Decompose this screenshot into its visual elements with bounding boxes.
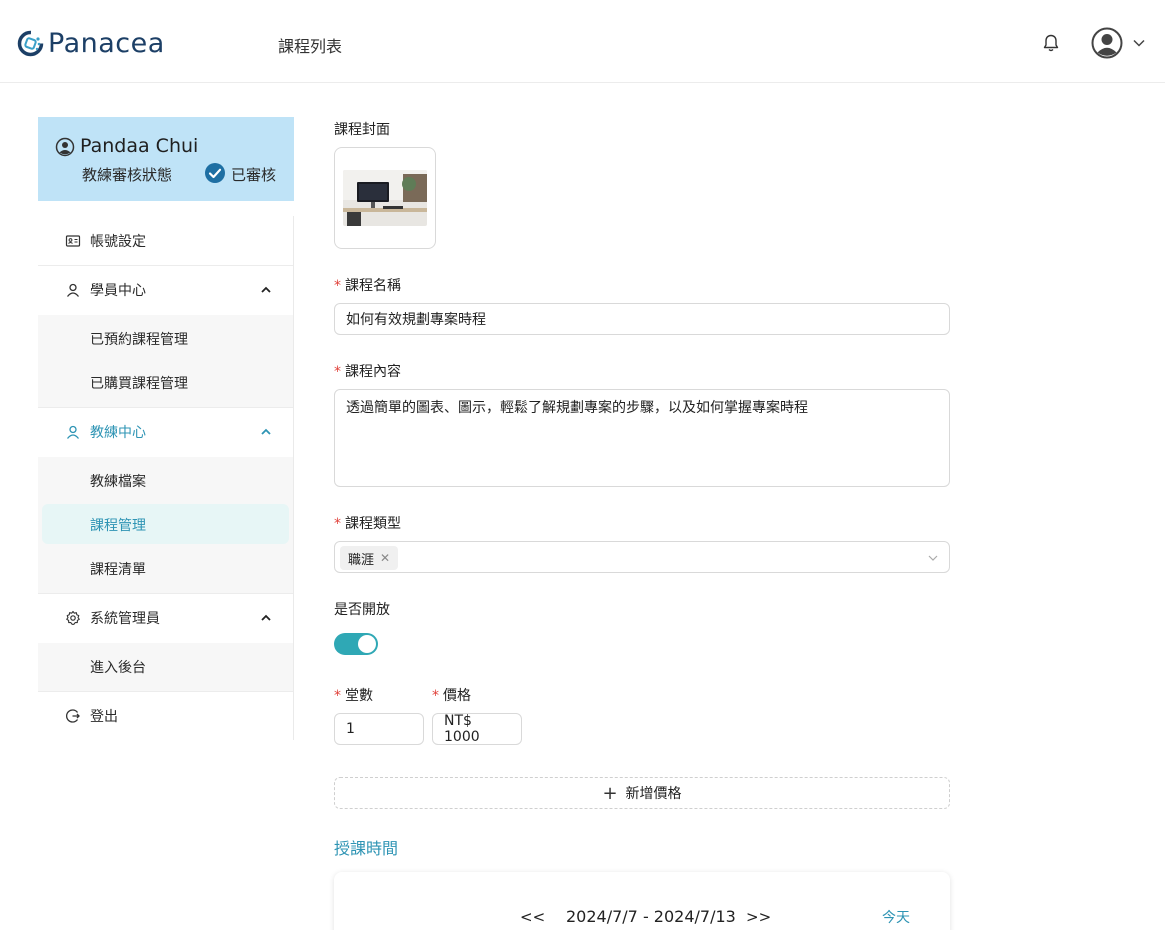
cover-image bbox=[343, 170, 427, 226]
course-name-label: * 課程名稱 bbox=[334, 278, 401, 294]
user-circle-icon bbox=[55, 137, 75, 157]
course-content-textarea[interactable]: 透過簡單的圖表、圖示，輕鬆了解規劃專案的步驟，以及如何掌握專案時程 bbox=[334, 389, 950, 487]
sidebar-item-account-settings[interactable]: 帳號設定 bbox=[38, 232, 293, 250]
user-icon bbox=[66, 283, 80, 297]
course-type-tag: 職涯 ✕ bbox=[340, 546, 399, 570]
student-submenu: 已預約課程管理 已購買課程管理 bbox=[38, 315, 293, 407]
nav-course-list[interactable]: 課程列表 bbox=[278, 33, 342, 57]
review-status-label: 教練審核狀態 bbox=[82, 166, 173, 184]
sidebar-item-student-center[interactable]: 學員中心 bbox=[38, 281, 293, 299]
calendar-today-button[interactable]: 今天 bbox=[882, 907, 910, 927]
logo[interactable]: Panacea bbox=[17, 27, 165, 59]
sessions-label: * 堂數 bbox=[334, 688, 373, 704]
top-header: Panacea 課程列表 bbox=[0, 0, 1165, 83]
course-type-select[interactable]: 職涯 ✕ bbox=[334, 541, 950, 573]
divider bbox=[38, 691, 293, 692]
sidebar-item-label: 學員中心 bbox=[90, 283, 146, 299]
calendar-date-range: 2024/7/7 - 2024/7/13 bbox=[566, 907, 736, 926]
logout-icon bbox=[66, 709, 80, 723]
calendar-next-button[interactable]: >> bbox=[746, 908, 771, 926]
bell-icon[interactable] bbox=[1041, 33, 1061, 53]
price-input[interactable]: NT$ 1000 bbox=[432, 713, 522, 745]
sessions-input[interactable]: 1 bbox=[334, 713, 424, 745]
coach-submenu: 教練檔案 課程管理 課程清單 bbox=[38, 457, 293, 593]
plus-icon: + bbox=[602, 782, 618, 804]
user-circle-icon[interactable] bbox=[1091, 27, 1123, 59]
logo-text: Panacea bbox=[48, 27, 165, 59]
profile-card: Pandaa Chui 教練審核狀態 已審核 bbox=[38, 117, 294, 201]
sidebar-item-label: 帳號設定 bbox=[90, 234, 146, 250]
gear-icon bbox=[66, 610, 80, 625]
sidebar-item-backend[interactable]: 進入後台 bbox=[90, 657, 146, 677]
add-price-label: 新增價格 bbox=[625, 786, 682, 802]
check-circle-icon bbox=[205, 163, 225, 183]
sidebar-item-logout[interactable]: 登出 bbox=[38, 707, 293, 725]
sidebar-item-booked-courses[interactable]: 已預約課程管理 bbox=[90, 329, 188, 349]
active-item-highlight bbox=[42, 504, 289, 544]
chevron-up-icon[interactable] bbox=[260, 426, 272, 438]
review-status-value: 已審核 bbox=[231, 166, 277, 184]
calendar-prev-button[interactable]: << bbox=[520, 908, 545, 926]
chevron-down-icon[interactable] bbox=[1132, 36, 1146, 50]
sidebar-item-label: 教練中心 bbox=[90, 425, 146, 441]
sidebar-item-coach-center[interactable]: 教練中心 bbox=[38, 423, 293, 441]
sidebar-item-label: 登出 bbox=[90, 709, 118, 725]
sidebar-item-system-admin[interactable]: 系統管理員 bbox=[38, 609, 293, 627]
chevron-up-icon[interactable] bbox=[260, 284, 272, 296]
divider bbox=[38, 407, 293, 408]
sidebar-menu: 帳號設定 學員中心 已預約課程管理 已購買課程管理 教練中心 教練檔案 課程管理… bbox=[38, 216, 294, 740]
user-icon bbox=[66, 425, 80, 439]
profile-name: Pandaa Chui bbox=[80, 135, 199, 157]
sidebar-item-label: 系統管理員 bbox=[90, 611, 160, 627]
cover-label: 課程封面 bbox=[334, 122, 390, 138]
cover-upload[interactable] bbox=[334, 147, 436, 249]
sidebar-item-course-list[interactable]: 課程清單 bbox=[90, 559, 146, 579]
divider bbox=[38, 265, 293, 266]
id-card-icon bbox=[65, 235, 81, 247]
course-type-label: * 課程類型 bbox=[334, 516, 401, 532]
divider bbox=[38, 593, 293, 594]
open-label: 是否開放 bbox=[334, 602, 390, 618]
schedule-title: 授課時間 bbox=[334, 839, 399, 858]
add-price-button[interactable]: + 新增價格 bbox=[334, 777, 950, 809]
close-icon[interactable]: ✕ bbox=[380, 551, 390, 565]
logo-mark-icon bbox=[17, 30, 44, 56]
sidebar-item-coach-profile[interactable]: 教練檔案 bbox=[90, 471, 146, 491]
tag-label: 職涯 bbox=[348, 552, 375, 568]
chevron-up-icon[interactable] bbox=[260, 612, 272, 624]
calendar-card: << 2024/7/7 - 2024/7/13 >> 今天 bbox=[334, 872, 950, 930]
admin-submenu: 進入後台 bbox=[38, 643, 293, 691]
sidebar-item-course-management[interactable]: 課程管理 bbox=[90, 515, 146, 535]
open-toggle[interactable] bbox=[334, 633, 378, 655]
price-label: * 價格 bbox=[432, 688, 471, 704]
sidebar-item-purchased-courses[interactable]: 已購買課程管理 bbox=[90, 373, 188, 393]
toggle-knob bbox=[358, 635, 376, 653]
chevron-down-icon bbox=[928, 555, 938, 561]
course-content-label: * 課程內容 bbox=[334, 364, 401, 380]
course-name-input[interactable]: 如何有效規劃專案時程 bbox=[334, 303, 950, 335]
